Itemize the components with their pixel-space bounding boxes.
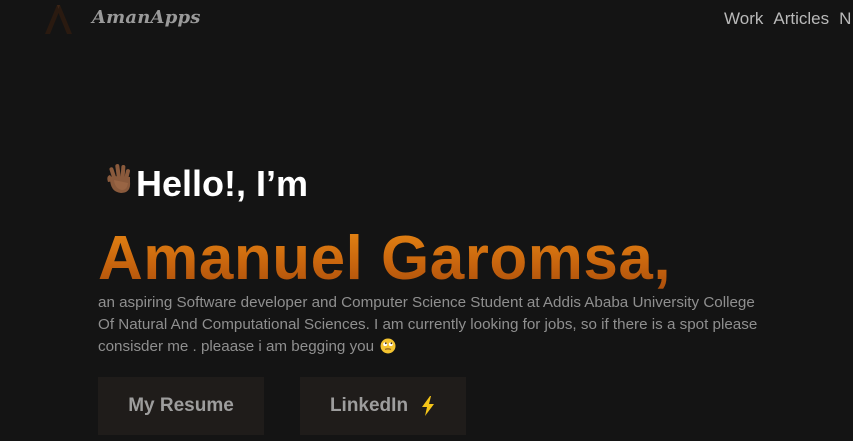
nav-link-work[interactable]: Work: [724, 9, 763, 29]
resume-button-label: My Resume: [128, 395, 234, 416]
mountain-a-logo-icon[interactable]: [42, 3, 74, 35]
rolling-eyes-emoji-icon: [380, 338, 396, 354]
nav-links: Work Articles N: [724, 9, 851, 29]
nav-link-truncated[interactable]: N: [839, 9, 851, 29]
page: AmanApps Work Articles N Hello!, I’m Ama…: [0, 0, 853, 441]
linkedin-button-label: LinkedIn: [329, 395, 409, 416]
hero-bio: an aspiring Software developer and Compu…: [98, 292, 758, 358]
top-navigation: AmanApps Work Articles N: [0, 0, 853, 40]
linkedin-button[interactable]: LinkedIn: [300, 377, 466, 435]
greeting-heading: Hello!, I’m: [136, 163, 309, 204]
hero-name: Amanuel Garomsa,: [98, 222, 671, 296]
waving-hand-icon: [107, 164, 131, 193]
nav-link-articles[interactable]: Articles: [773, 9, 829, 29]
lightning-bolt-icon: [422, 396, 435, 416]
resume-button[interactable]: My Resume: [98, 377, 264, 435]
brand-name[interactable]: AmanApps: [92, 7, 201, 28]
bio-text: an aspiring Software developer and Compu…: [98, 294, 758, 355]
